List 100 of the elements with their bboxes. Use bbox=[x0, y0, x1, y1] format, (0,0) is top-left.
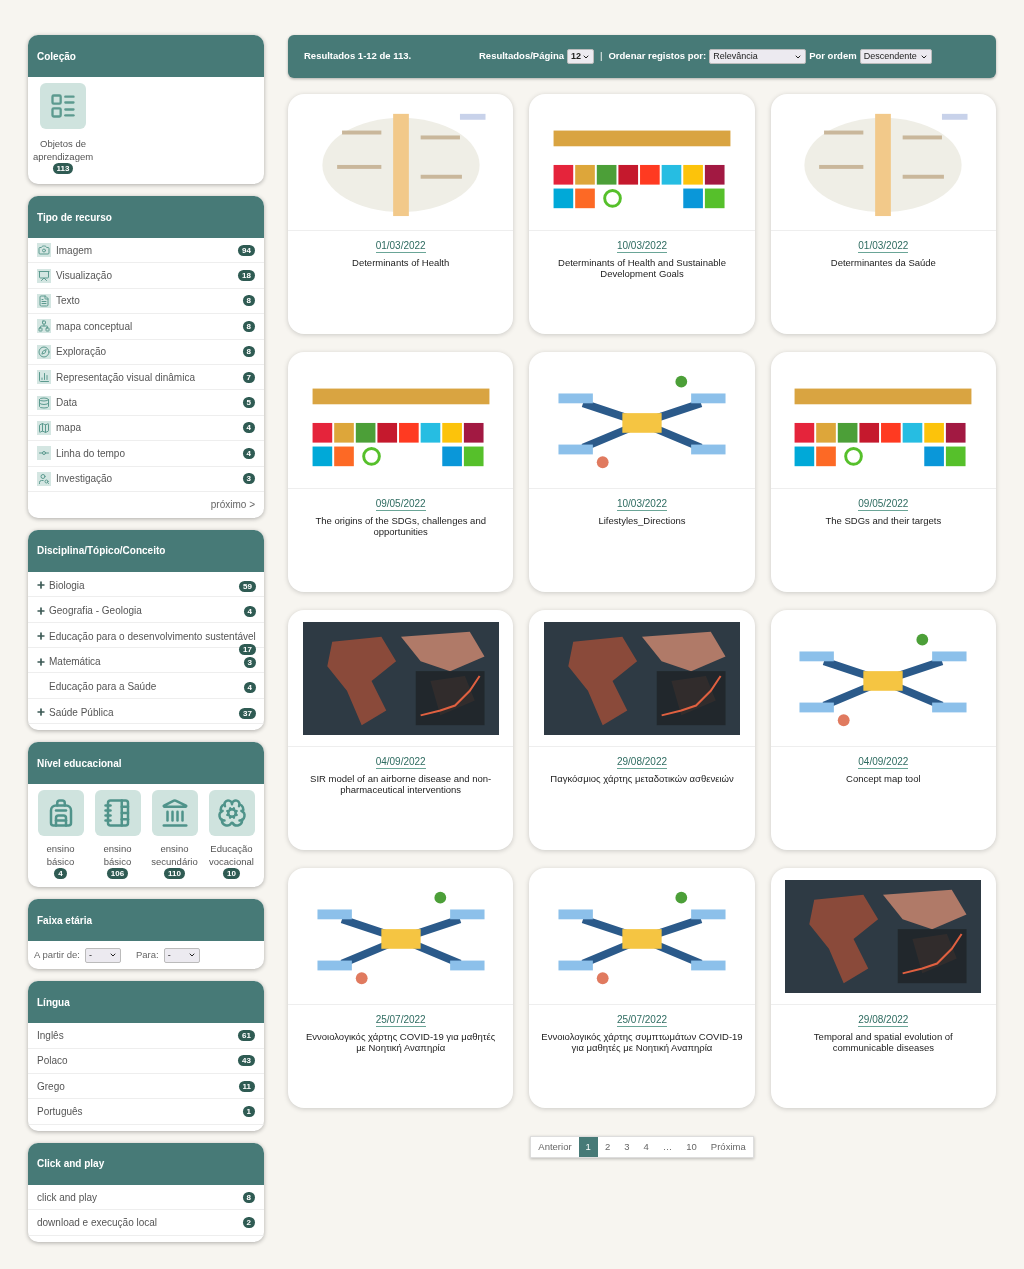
page-link[interactable]: … bbox=[655, 1137, 680, 1157]
panel-title: Nível educacional bbox=[37, 756, 122, 771]
count-badge: 4 bbox=[243, 682, 256, 694]
filter-option[interactable]: Representação visual dinâmica bbox=[56, 369, 195, 385]
sort-select[interactable]: Relevância bbox=[709, 49, 807, 64]
filter-option[interactable]: Biologia bbox=[49, 577, 85, 593]
card-title: Determinants of Health bbox=[351, 257, 451, 268]
resource-card[interactable]: 09/05/2022 The SDGs and their targets bbox=[770, 352, 996, 592]
resource-card[interactable]: 25/07/2022 Εννοιολογικός χάρτης συμπτωμάτων COVID-19 για μαθητές με Νοητική Αναπηρία bbox=[529, 868, 755, 1108]
page-link[interactable]: 4 bbox=[636, 1137, 656, 1157]
per-page-select[interactable]: 12 bbox=[567, 49, 594, 64]
page-link[interactable]: 10 bbox=[679, 1137, 704, 1157]
resource-card[interactable]: 09/05/2022 The origins of the SDGs, challenges and opportunities bbox=[288, 352, 514, 592]
date-link[interactable]: 29/08/2022 bbox=[858, 1014, 909, 1027]
date-link[interactable]: 25/07/2022 bbox=[616, 1014, 667, 1027]
from-select[interactable]: - bbox=[84, 947, 121, 963]
date-link[interactable]: 09/05/2022 bbox=[375, 498, 426, 511]
to-select[interactable]: - bbox=[163, 947, 200, 963]
database-icon bbox=[37, 395, 51, 410]
filter-option[interactable]: Visualização bbox=[56, 268, 112, 284]
count-badge: 8 bbox=[242, 346, 255, 358]
list-icon-tile[interactable] bbox=[40, 83, 86, 129]
filter-option[interactable]: Polaco bbox=[37, 1053, 68, 1069]
filter-option[interactable]: download e execução local bbox=[37, 1214, 158, 1230]
expand-icon[interactable] bbox=[36, 605, 46, 616]
filter-option[interactable]: Grego bbox=[37, 1078, 65, 1094]
level-tile[interactable] bbox=[208, 790, 255, 837]
filter-option[interactable]: Geografia - Geologia bbox=[49, 603, 142, 619]
filter-option[interactable]: Investigação bbox=[56, 471, 113, 487]
person-search-icon bbox=[37, 471, 51, 486]
filter-option[interactable]: mapa bbox=[56, 420, 81, 436]
sort-label: Ordenar registos por: bbox=[608, 49, 707, 64]
count-badge: 94 bbox=[238, 244, 255, 256]
expand-icon[interactable] bbox=[36, 656, 46, 667]
panel-title: Língua bbox=[37, 995, 70, 1010]
page-link[interactable]: 2 bbox=[597, 1137, 618, 1157]
count-badge: 4 bbox=[243, 606, 256, 618]
date-link[interactable]: 01/03/2022 bbox=[858, 240, 909, 253]
resource-card[interactable]: 01/03/2022 Determinantes da Saúde bbox=[770, 94, 996, 334]
level-tile[interactable] bbox=[151, 790, 198, 837]
level-label: ensino básico bbox=[102, 842, 133, 869]
count-badge: 3 bbox=[243, 657, 256, 669]
page-link[interactable]: Próxima bbox=[703, 1137, 753, 1157]
filter-option[interactable]: Educação para o desenvolvimento sustentável bbox=[49, 628, 256, 644]
resource-card[interactable]: 01/03/2022 Determinants of Health bbox=[288, 94, 514, 334]
date-link[interactable]: 01/03/2022 bbox=[375, 240, 426, 253]
next-link[interactable]: próximo > bbox=[210, 497, 255, 513]
resource-card[interactable]: 29/08/2022 Παγκόσμιος χάρτης μεταδοτικών ασθενειών bbox=[529, 610, 755, 850]
count-badge: 3 bbox=[242, 473, 255, 485]
filter-option[interactable]: mapa conceptual bbox=[56, 318, 133, 334]
card-title: Determinantes da Saúde bbox=[829, 257, 937, 268]
level-label: ensino básico bbox=[45, 842, 76, 869]
count-badge: 17 bbox=[239, 643, 256, 655]
date-link[interactable]: 29/08/2022 bbox=[616, 756, 667, 769]
page-link[interactable]: 1 bbox=[578, 1137, 598, 1157]
resource-card[interactable]: 10/03/2022 Lifestyles_Directions bbox=[529, 352, 755, 592]
filter-option[interactable]: click and play bbox=[37, 1189, 98, 1205]
filter-option[interactable]: Texto bbox=[56, 293, 80, 309]
expand-icon[interactable] bbox=[36, 580, 46, 591]
filter-option[interactable]: Inglês bbox=[37, 1027, 64, 1043]
resource-card[interactable]: 10/03/2022 Determinants of Health and Sustainable Development Goals bbox=[529, 94, 755, 334]
level-tile[interactable] bbox=[37, 790, 84, 837]
count-badge: 1 bbox=[242, 1106, 255, 1118]
card-title: The SDGs and their targets bbox=[824, 515, 943, 526]
page-link[interactable]: 3 bbox=[617, 1137, 637, 1157]
filter-option[interactable]: Imagem bbox=[56, 242, 93, 258]
count-badge: 59 bbox=[239, 580, 256, 592]
count-badge: 8 bbox=[242, 1191, 255, 1203]
page-link[interactable]: Anterior bbox=[531, 1137, 579, 1157]
filter-option[interactable]: Linha do tempo bbox=[56, 445, 125, 461]
date-link[interactable]: 25/07/2022 bbox=[375, 1014, 426, 1027]
camera-icon bbox=[37, 243, 51, 258]
from-label: A partir de: bbox=[34, 948, 80, 963]
compass-icon bbox=[37, 344, 51, 359]
expand-icon[interactable] bbox=[36, 631, 46, 642]
expand-icon[interactable] bbox=[36, 707, 46, 718]
resource-card[interactable]: 29/08/2022 Temporal and spatial evolution of communicable diseases bbox=[770, 868, 996, 1108]
filter-option[interactable]: Data bbox=[56, 395, 78, 411]
filter-option[interactable]: Matemática bbox=[49, 654, 101, 670]
resource-card[interactable]: 04/09/2022 Concept map tool bbox=[770, 610, 996, 850]
level-tile[interactable] bbox=[94, 790, 141, 837]
resource-card[interactable]: 04/09/2022 SIR model of an airborne disease and non-pharmaceutical interventions bbox=[288, 610, 514, 850]
count-badge: 4 bbox=[54, 868, 67, 880]
filter-option[interactable]: Exploração bbox=[56, 344, 107, 360]
filter-option[interactable]: Português bbox=[37, 1104, 83, 1120]
order-select[interactable]: Descendente bbox=[859, 49, 932, 64]
map-icon bbox=[37, 420, 51, 435]
date-link[interactable]: 04/09/2022 bbox=[858, 756, 909, 769]
card-title: Concept map tool bbox=[845, 773, 922, 784]
date-link[interactable]: 04/09/2022 bbox=[375, 756, 426, 769]
filter-option[interactable]: Saúde Pública bbox=[49, 704, 114, 720]
count-badge: 43 bbox=[238, 1055, 255, 1067]
filter-option[interactable]: Educação para a Saúde bbox=[49, 679, 157, 695]
card-title: SIR model of an airborne disease and non-pharmaceutical interventions bbox=[309, 773, 493, 795]
panel-title: Coleção bbox=[37, 49, 76, 64]
date-link[interactable]: 10/03/2022 bbox=[616, 240, 667, 253]
date-link[interactable]: 10/03/2022 bbox=[616, 498, 667, 511]
resource-card[interactable]: 25/07/2022 Εννοιολογικός χάρτης COVID-19 για μαθητές με Νοητική Αναπηρία bbox=[288, 868, 514, 1108]
count-badge: 5 bbox=[242, 397, 255, 409]
date-link[interactable]: 09/05/2022 bbox=[858, 498, 909, 511]
